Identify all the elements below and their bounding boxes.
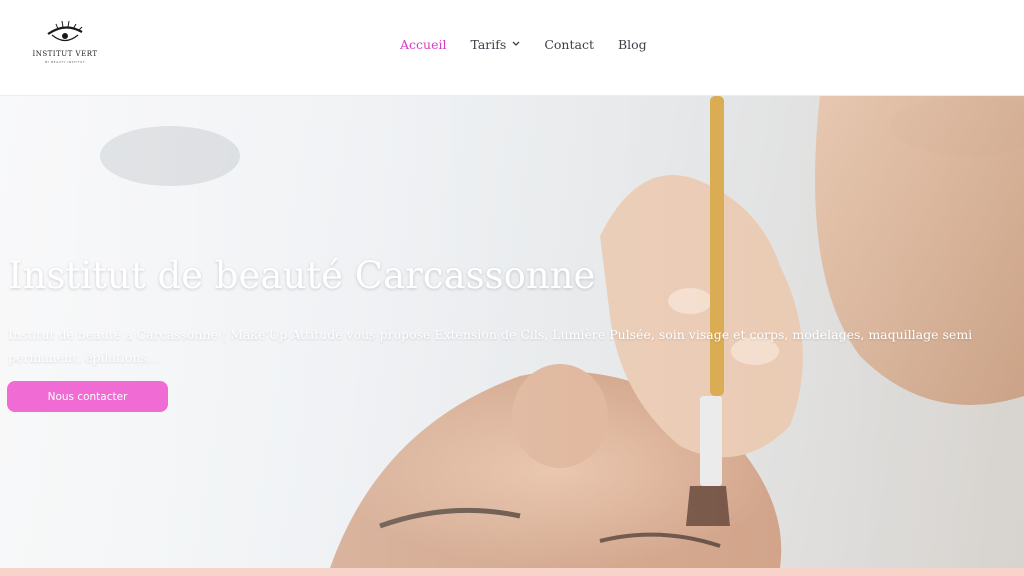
logo[interactable]: INSTITUT VERT BY BEAUTY INSTITUT — [28, 16, 102, 68]
contact-button[interactable]: Nous contacter — [7, 381, 168, 412]
nav-item-contact[interactable]: Contact — [544, 37, 594, 52]
chevron-down-icon — [512, 41, 520, 46]
nav-item-accueil[interactable]: Accueil — [400, 37, 446, 52]
hero-banner: Institut de beauté Carcassonne Institut … — [0, 96, 1024, 568]
contact-button-label: Nous contacter — [47, 390, 128, 403]
logo-title: INSTITUT VERT — [32, 50, 98, 58]
nav-item-label: Contact — [544, 36, 594, 52]
nav-item-label: Blog — [617, 36, 647, 52]
nav-item-blog[interactable]: Blog — [618, 37, 647, 52]
hero-title: Institut de beauté Carcassonne — [8, 254, 596, 297]
nav-item-label: Tarifs — [470, 36, 507, 52]
nav-item-label: Accueil — [400, 36, 447, 52]
main-nav: Accueil Tarifs Contact Blog — [400, 34, 671, 54]
logo-subtitle: BY BEAUTY INSTITUT — [44, 60, 86, 64]
hero-description: Institut de beauté a Carcassonne | Make'… — [8, 327, 973, 365]
nav-item-tarifs[interactable]: Tarifs — [470, 37, 520, 52]
section-divider — [0, 568, 1024, 576]
site-header: INSTITUT VERT BY BEAUTY INSTITUT Accueil… — [0, 0, 1024, 96]
eyelash-icon — [47, 20, 83, 42]
